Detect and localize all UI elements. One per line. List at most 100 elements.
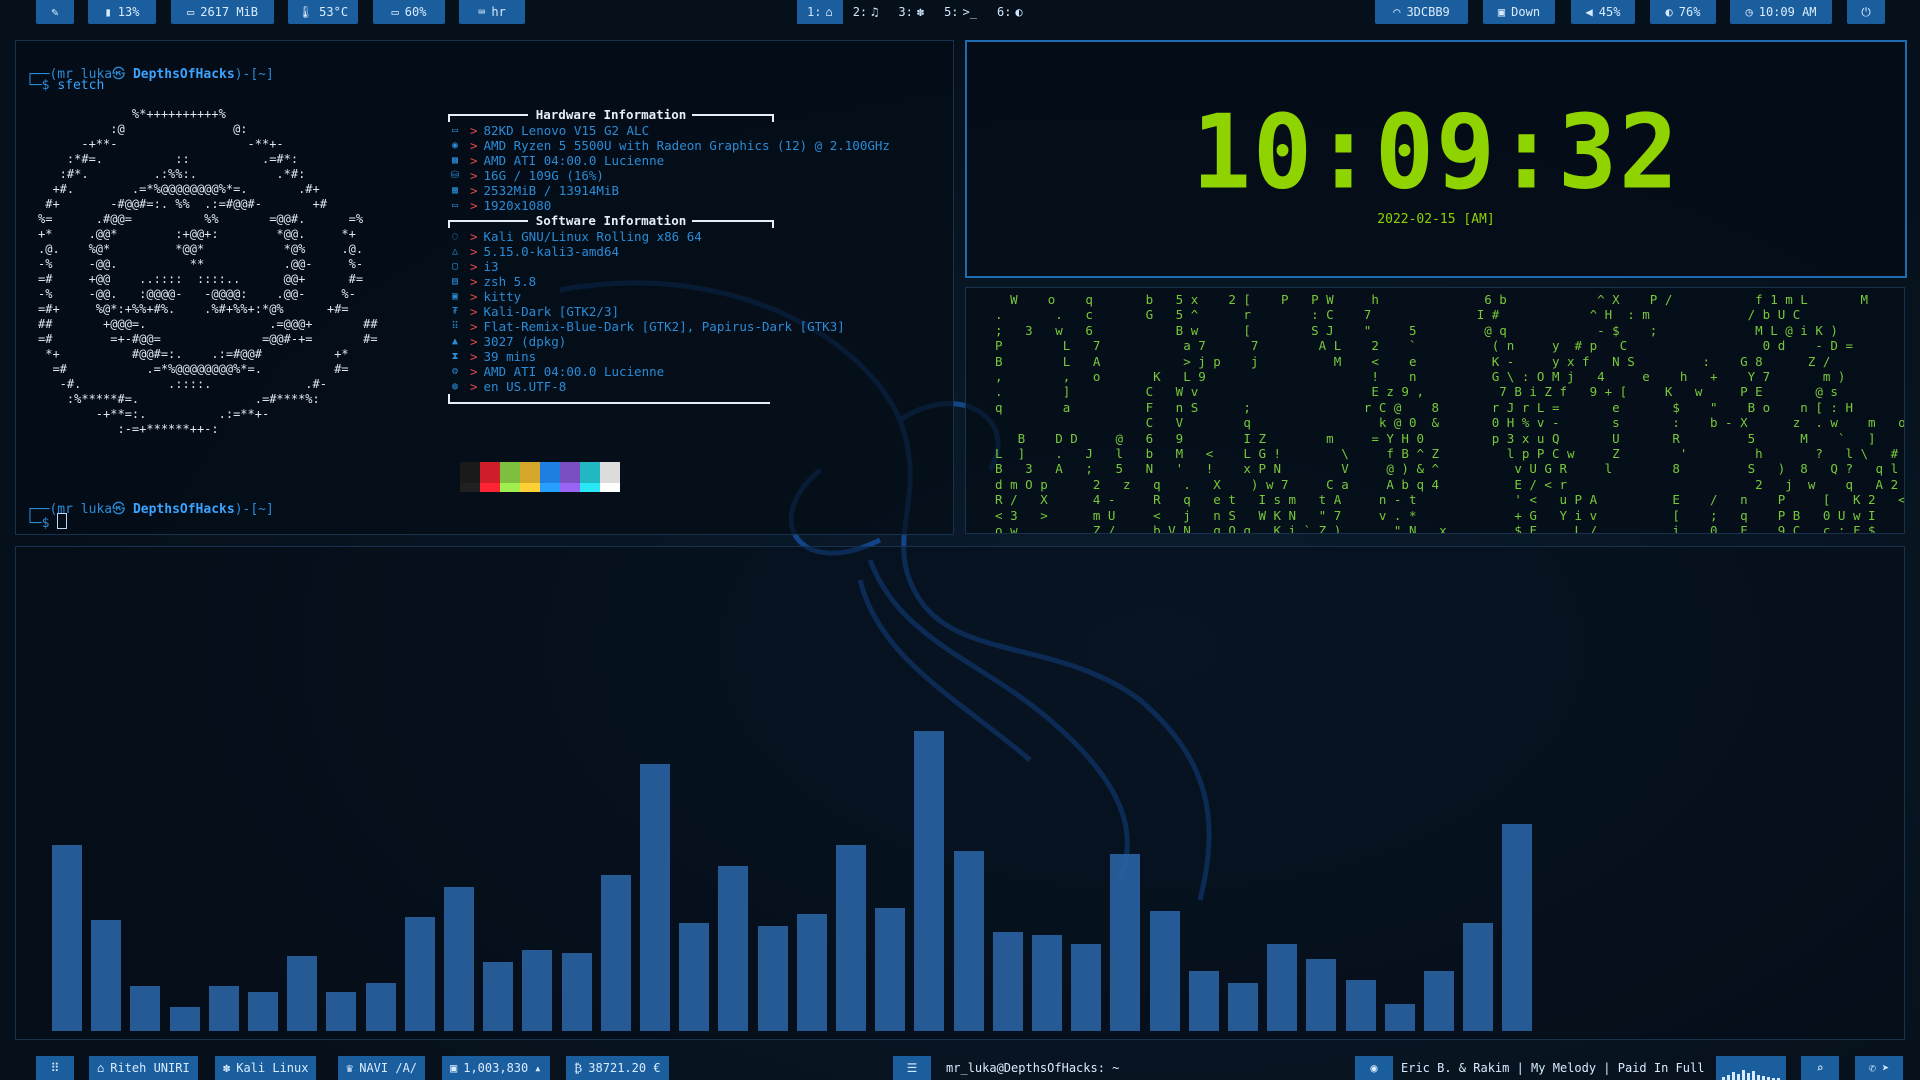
brightness-widget[interactable]: ◐ 76% xyxy=(1650,0,1716,24)
window-stack-icon: ☰ xyxy=(906,1061,918,1075)
keyboard-layout-widget[interactable]: ⌨ hr xyxy=(459,0,525,24)
input-line[interactable]: └─$ xyxy=(26,513,68,531)
info-row: ⠿ > Flat-Remix-Blue-Dark [GTK2], Papirus-D… xyxy=(448,319,968,334)
visualizer-bar xyxy=(1463,923,1493,1031)
matrix-line: . . c G 5 ^ r : C 7 I # ^ H : m / b U C … xyxy=(980,307,1905,323)
visualizer-bar xyxy=(562,953,592,1031)
workspace-3[interactable]: 3: ✽ xyxy=(888,0,934,24)
color-swatch xyxy=(480,483,500,492)
telegram-icon: ➤ xyxy=(1882,1061,1890,1075)
visualizer-bar xyxy=(326,992,356,1031)
command-line: └─$ sfetch xyxy=(26,78,105,93)
system-tray[interactable]: ✆ ➤ xyxy=(1855,1056,1903,1080)
visualizer-bar xyxy=(1189,971,1219,1031)
matrix-line: R / X 4 - R q e t I s m t A n - t ' < u … xyxy=(980,492,1905,508)
spotify-button[interactable]: ◉ xyxy=(1355,1056,1393,1080)
distro-widget[interactable]: ✽ Kali Linux xyxy=(215,1056,317,1080)
info-value: 3027 (dpkg) xyxy=(483,334,567,349)
workspace-switcher: 1: ⌂ 2: ♫ 3: ✽ 5: >_ 6: ◐ xyxy=(797,0,1033,24)
info-row: ◌ > Kali GNU/Linux Rolling x86 64 xyxy=(448,229,968,244)
ethernet-widget[interactable]: ▣ Down xyxy=(1483,0,1555,24)
cpu-widget[interactable]: ▮ 13% xyxy=(88,0,156,24)
wifi-widget[interactable]: ◠ 3DCBB9 xyxy=(1375,0,1468,24)
visualizer-bar xyxy=(1032,935,1062,1031)
clock-window[interactable]: 10:09:32 2022-02-15 [AM] xyxy=(965,40,1907,278)
info-value: i3 xyxy=(483,259,499,274)
visualizer-bar xyxy=(797,914,827,1031)
matrix-window[interactable]: W o q b 5 x 2 [ P P W h 6 b ^ X P / f 1 … xyxy=(965,287,1905,534)
color-swatch xyxy=(520,483,540,492)
search-button[interactable]: ⌕ xyxy=(1801,1056,1839,1080)
paintbrush-button[interactable]: ✎ xyxy=(36,0,74,24)
terminal-window[interactable]: ┌──(mr luka㉿ DepthsOfHacks)-[~] └─$ sfet… xyxy=(15,40,954,535)
temperature-widget[interactable]: 🌡︎ 53°C xyxy=(288,0,358,24)
memory-value: 2617 MiB xyxy=(200,5,259,19)
bitcoin-widget[interactable]: ₿ 38721.20 € xyxy=(566,1056,669,1080)
command-text: sfetch xyxy=(57,78,105,93)
now-playing[interactable]: Eric B. & Rakim | My Melody | Paid In Fu… xyxy=(1401,1056,1704,1080)
info-value: Flat-Remix-Blue-Dark [GTK2], Papirus-Dar… xyxy=(483,319,845,334)
system-info: Hardware Information ▭ >82KD Lenovo V15 G… xyxy=(448,107,968,404)
workspace-2[interactable]: 2: ♫ xyxy=(843,0,889,24)
workspace-number: 2: xyxy=(852,5,868,19)
university-widget[interactable]: ⌂ Riteh UNIRI xyxy=(89,1056,198,1080)
dragon-icon: ✽ xyxy=(916,5,925,19)
visualizer-bar xyxy=(836,845,866,1031)
arrow-icon: > xyxy=(470,364,478,379)
mini-spectrum xyxy=(1722,1070,1780,1080)
volume-widget[interactable]: ◀ 45% xyxy=(1571,0,1635,24)
firefox-icon: ◐ xyxy=(1015,5,1023,19)
app-grid-button[interactable]: ⠿ xyxy=(36,1056,74,1080)
prompt-host: DepthsOfHacks xyxy=(132,502,235,517)
arrow-icon: > xyxy=(470,123,478,138)
stock-widget[interactable]: ▣ 1,003,830 ▴ xyxy=(442,1056,550,1080)
battery-icon: ▭ xyxy=(391,5,399,19)
terminal-icon: ▣ xyxy=(451,291,459,302)
clock-widget[interactable]: ◷ 10:09 AM xyxy=(1730,0,1832,24)
active-window-title[interactable]: mr_luka@DepthsOfHacks: ~ xyxy=(946,1056,1119,1080)
keyboard-icon: ⌨ xyxy=(478,5,486,19)
workspace-5[interactable]: 5: >_ xyxy=(934,0,987,24)
wifi-icon: ◠ xyxy=(1393,5,1401,19)
info-row: ⛁ >16G / 109G (16%) xyxy=(448,168,968,183)
hardware-title: Hardware Information xyxy=(535,107,687,122)
power-button[interactable]: ⏻ xyxy=(1847,0,1885,24)
university-label: Riteh UNIRI xyxy=(110,1061,190,1075)
info-value: AMD ATI 04:00.0 Lucienne xyxy=(483,153,665,168)
color-swatch xyxy=(520,462,540,483)
battery-widget[interactable]: ▭ 60% xyxy=(373,0,445,24)
battery-value: 60% xyxy=(404,5,427,19)
visualizer-bar xyxy=(366,983,396,1031)
workspace-6[interactable]: 6: ◐ xyxy=(987,0,1033,24)
arrow-icon: > xyxy=(470,304,478,319)
trophy-widget[interactable]: ♛ NAVI /A/ xyxy=(338,1056,426,1080)
color-swatch xyxy=(500,462,520,483)
visualizer-bar xyxy=(1346,980,1376,1031)
hardware-header: Hardware Information xyxy=(448,107,968,123)
info-value: 5.15.0-kali3-amd64 xyxy=(483,244,619,259)
visualizer-bar xyxy=(954,851,984,1031)
visualizer-bar xyxy=(1071,944,1101,1031)
bitcoin-icon: ₿ xyxy=(574,1060,583,1075)
workspace-1[interactable]: 1: ⌂ xyxy=(797,0,843,24)
prompt-path: )-[~] xyxy=(234,67,274,82)
arrow-icon: > xyxy=(470,349,478,364)
matrix-line: B D D @ 6 9 I Z m = Y H 0 p 3 x u Q U R … xyxy=(980,430,1905,446)
gpu-driver-icon: ⚙ xyxy=(451,366,459,377)
window-list-button[interactable]: ☰ xyxy=(893,1056,931,1080)
matrix-line: L ] . J l b M < L G ! \ f B ^ Z l p P C … xyxy=(980,446,1905,462)
bottom-bar: ⠿ ⌂ Riteh UNIRI ✽ Kali Linux ♛ NAVI /A/ … xyxy=(0,1054,1920,1080)
memory-widget[interactable]: ▭ 2617 MiB xyxy=(171,0,274,24)
divider xyxy=(448,394,770,404)
arrow-icon: > xyxy=(470,244,478,259)
kali-ascii-logo: %*++++++++++% :@ @: -+**- -**+- :*#=. ::… xyxy=(38,107,378,436)
info-row: ▢ > i3 xyxy=(448,259,968,274)
audio-visualizer-window[interactable] xyxy=(15,546,1905,1040)
visualizer-bar xyxy=(679,923,709,1031)
dragon-icon: ✽ xyxy=(223,1061,231,1075)
viber-icon: ✆ xyxy=(1868,1061,1876,1075)
arrow-icon: > xyxy=(470,319,478,334)
visualizer-bar xyxy=(1306,959,1336,1031)
info-row: ▩ > AMD ATI 04:00.0 Lucienne xyxy=(448,153,968,168)
info-row: ▲ >3027 (dpkg) xyxy=(448,334,968,349)
